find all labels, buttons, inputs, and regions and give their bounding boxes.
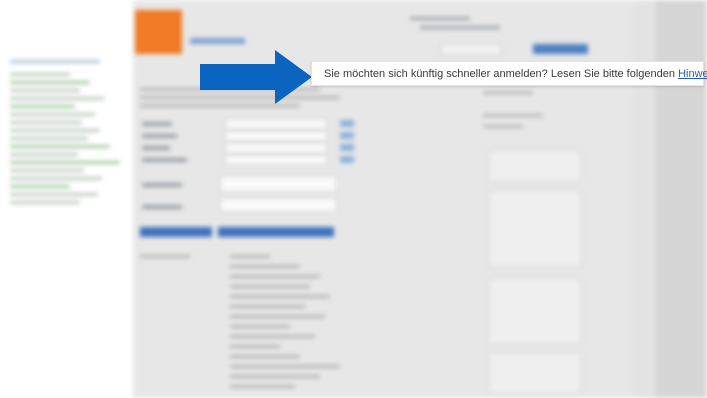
header-login-button (533, 44, 588, 54)
hint-link[interactable]: Hinweis (678, 68, 707, 80)
hint-message: Sie möchten sich künftig schneller anmel… (324, 68, 679, 80)
brand-logo (135, 10, 182, 54)
sidebar-navigation (10, 55, 125, 209)
header-info (410, 17, 500, 35)
right-arrow-icon (200, 50, 312, 104)
page-gutter-inner (655, 0, 707, 398)
brand-name (190, 38, 245, 44)
right-column (483, 80, 578, 136)
login-hint-banner: Sie möchten sich künftig schneller anmel… (311, 61, 707, 86)
header-search-input (440, 44, 502, 55)
blurred-background-page (0, 0, 707, 398)
